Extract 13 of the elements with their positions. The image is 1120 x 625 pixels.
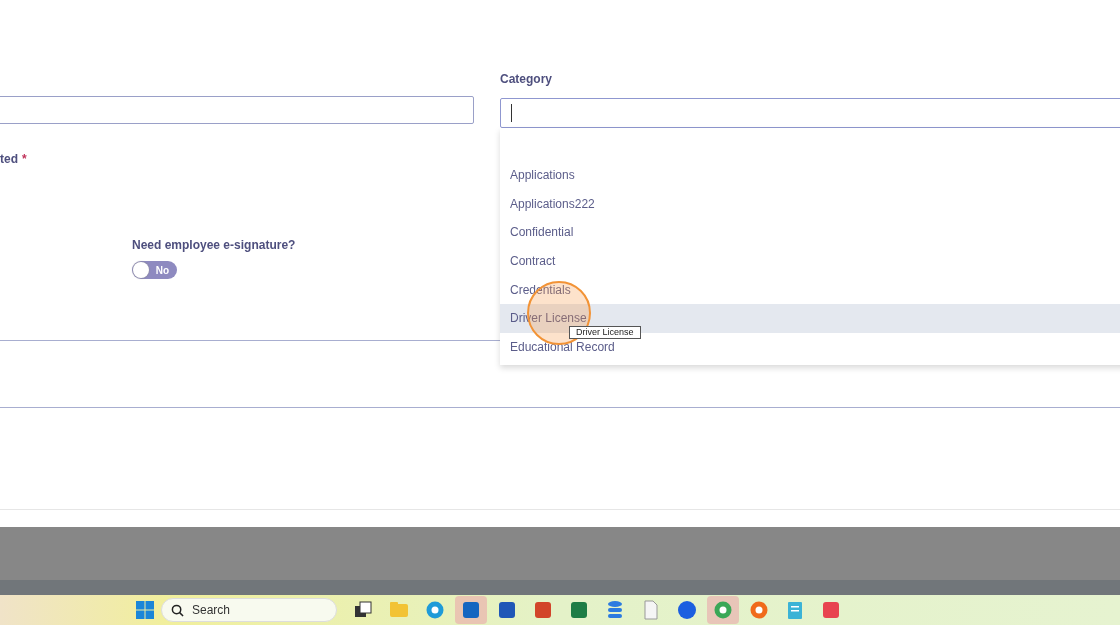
dropdown-option[interactable]: Contract xyxy=(500,246,1120,276)
field-label: Need employee e-signature? xyxy=(132,238,297,252)
start-icon[interactable] xyxy=(135,600,155,620)
tooltip: Driver License xyxy=(569,326,641,339)
dropdown-option[interactable]: Confidential xyxy=(500,218,1120,247)
dropdown-option[interactable]: Applications222 xyxy=(500,189,1120,219)
category-field[interactable] xyxy=(500,98,1120,128)
dropdown-option[interactable]: Applications xyxy=(500,161,1120,190)
text-field[interactable] xyxy=(0,96,474,124)
field-label: Category xyxy=(500,72,553,88)
field-label: ted * xyxy=(0,152,28,166)
search-icon xyxy=(171,603,184,617)
search-field[interactable]: Search xyxy=(161,598,337,622)
